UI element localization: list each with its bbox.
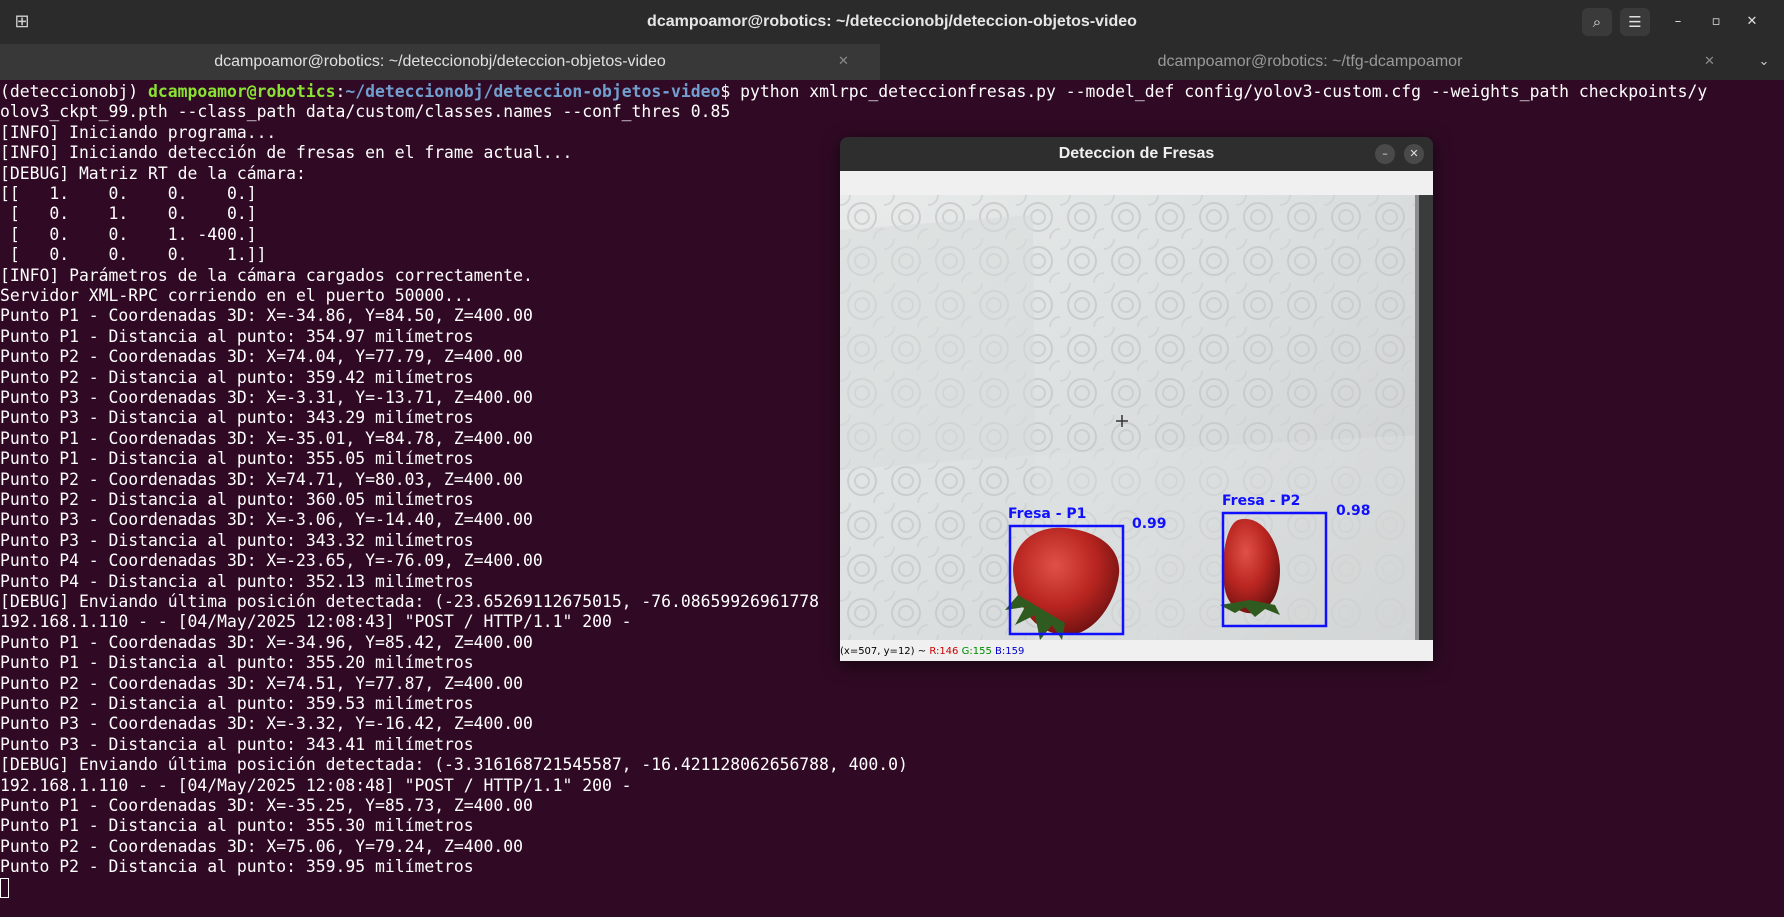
- terminal-line: [DEBUG] Enviando última posición detecta…: [0, 755, 908, 775]
- terminal-line: [INFO] Iniciando detección de fresas en …: [0, 143, 573, 163]
- tab-tfg-dcampoamor[interactable]: dcampoamor@robotics: ~/tfg-dcampoamor ✕: [880, 44, 1740, 80]
- chevron-down-icon[interactable]: ⌄: [1744, 44, 1784, 80]
- terminal-line: Punto P2 - Coordenadas 3D: X=74.04, Y=77…: [0, 347, 524, 367]
- prompt-path: ~/deteccionobj/deteccion-objetos-video: [345, 82, 721, 101]
- menu-icon[interactable]: ☰: [1620, 8, 1650, 36]
- terminal-line: Punto P1 - Coordenadas 3D: X=-34.86, Y=8…: [0, 306, 533, 326]
- popup-title: Deteccion de Fresas: [1058, 145, 1215, 162]
- pixel-g-value: G:155: [961, 646, 992, 657]
- terminal-line: 192.168.1.110 - - [04/May/2025 12:08:48]…: [0, 775, 632, 795]
- terminal-cursor: [0, 877, 9, 898]
- tab-label: dcampoamor@robotics: ~/deteccionobj/dete…: [214, 53, 666, 70]
- terminal-line: Punto P1 - Distancia al punto: 355.05 mi…: [0, 449, 474, 469]
- terminal-line: Punto P2 - Distancia al punto: 360.05 mi…: [0, 490, 474, 509]
- popup-close-button[interactable]: ✕: [1404, 144, 1424, 164]
- camera-image: [840, 195, 1433, 640]
- terminal-line: Punto P3 - Coordenadas 3D: X=-3.31, Y=-1…: [0, 388, 533, 407]
- pixel-coords: (x=507, y=12) ~: [840, 646, 930, 657]
- popup-minimize-button[interactable]: –: [1375, 144, 1395, 164]
- detection-score-p1: 0.99: [1132, 516, 1167, 532]
- prompt-command: python xmlrpc_deteccionfresas.py --model…: [740, 82, 1708, 101]
- terminal-line: Punto P1 - Distancia al punto: 354.97 mi…: [0, 326, 474, 346]
- pixel-r-value: R:146: [929, 646, 959, 657]
- terminal-line: [ 0. 0. 1. -400.]: [0, 224, 257, 244]
- terminal-line: Servidor XML-RPC corriendo en el puerto …: [0, 286, 474, 305]
- terminal-line: Punto P1 - Coordenadas 3D: X=-35.25, Y=8…: [0, 796, 533, 815]
- tab-close-icon[interactable]: ✕: [838, 44, 849, 80]
- prompt-user: dcampoamor@robotics: [148, 82, 336, 101]
- terminal-line: Punto P2 - Distancia al punto: 359.53 mi…: [0, 694, 474, 713]
- terminal-line: Punto P2 - Distancia al punto: 359.95 mi…: [0, 857, 474, 877]
- terminal-line: Punto P1 - Coordenadas 3D: X=-34.96, Y=8…: [0, 632, 533, 652]
- terminal-line: [[ 1. 0. 0. 0.]: [0, 184, 257, 203]
- prompt-dollar: $: [720, 82, 741, 101]
- terminal-line: 192.168.1.110 - - [04/May/2025 12:08:43]…: [0, 612, 632, 632]
- terminal-line: Punto P2 - Distancia al punto: 359.42 mi…: [0, 367, 474, 387]
- camera-frame[interactable]: Fresa - P1 0.99 Fresa - P2 0.98: [840, 195, 1433, 640]
- title-bar: ⊞ dcampoamor@robotics: ~/deteccionobj/de…: [0, 0, 1784, 44]
- terminal-line: Punto P3 - Coordenadas 3D: X=-3.06, Y=-1…: [0, 510, 533, 530]
- terminal-line: [DEBUG] Enviando última posición detecta…: [0, 592, 820, 611]
- detection-label-p1: Fresa - P1: [1008, 506, 1087, 522]
- tab-label: dcampoamor@robotics: ~/tfg-dcampoamor: [1157, 53, 1463, 70]
- terminal-line: Punto P1 - Coordenadas 3D: X=-35.01, Y=8…: [0, 428, 533, 448]
- terminal-line: Punto P4 - Coordenadas 3D: X=-23.65, Y=-…: [0, 551, 543, 571]
- minimize-button[interactable]: –: [1666, 10, 1690, 34]
- window-title: dcampoamor@robotics: ~/deteccionobj/dete…: [647, 13, 1137, 30]
- terminal-line: Punto P3 - Distancia al punto: 343.32 mi…: [0, 530, 474, 550]
- pixel-b-value: B:159: [995, 646, 1025, 657]
- terminal-line: Punto P4 - Distancia al punto: 352.13 mi…: [0, 571, 474, 591]
- terminal-line: [INFO] Parámetros de la cámara cargados …: [0, 265, 533, 285]
- tab-bar: dcampoamor@robotics: ~/deteccionobj/dete…: [0, 44, 1784, 80]
- terminal-line: [DEBUG] Matriz RT de la cámara:: [0, 163, 306, 183]
- terminal-line: Punto P1 - Distancia al punto: 355.20 mi…: [0, 653, 474, 673]
- terminal-line: Punto P2 - Coordenadas 3D: X=75.06, Y=79…: [0, 836, 524, 856]
- prompt-line: (deteccionobj) dcampoamor@robotics:~/det…: [0, 82, 1707, 102]
- detection-label-p2: Fresa - P2: [1222, 493, 1301, 509]
- pixel-status-bar: (x=507, y=12) ~ R:146 G:155 B:159: [840, 640, 1433, 661]
- tab-deteccion-objetos-video[interactable]: dcampoamor@robotics: ~/deteccionobj/dete…: [0, 44, 880, 80]
- tab-close-icon[interactable]: ✕: [1704, 44, 1715, 80]
- detection-window[interactable]: Deteccion de Fresas – ✕ Fresa - P1 0.99 …: [840, 137, 1433, 661]
- popup-toolbar: [840, 171, 1433, 195]
- prompt-separator: :: [335, 82, 346, 101]
- terminal-line: Punto P3 - Distancia al punto: 343.29 mi…: [0, 408, 474, 428]
- search-icon[interactable]: ⌕: [1582, 8, 1612, 36]
- close-button[interactable]: ✕: [1740, 10, 1764, 34]
- venv-label: (deteccionobj): [0, 82, 149, 101]
- terminal-line: [ 0. 0. 0. 1.]]: [0, 245, 267, 265]
- terminal-line: Punto P3 - Distancia al punto: 343.41 mi…: [0, 734, 474, 754]
- terminal-line: Punto P1 - Distancia al punto: 355.30 mi…: [0, 816, 474, 836]
- maximize-button[interactable]: ▫: [1704, 10, 1728, 34]
- terminal-line: Punto P3 - Coordenadas 3D: X=-3.32, Y=-1…: [0, 714, 533, 734]
- terminal-line: Punto P2 - Coordenadas 3D: X=74.51, Y=77…: [0, 673, 524, 693]
- terminal-line: [ 0. 1. 0. 0.]: [0, 204, 257, 224]
- terminal-line: Punto P2 - Coordenadas 3D: X=74.71, Y=80…: [0, 469, 524, 489]
- detection-score-p2: 0.98: [1336, 503, 1371, 519]
- terminal-line: olov3_ckpt_99.pth --class_path data/cust…: [0, 102, 731, 122]
- terminal-line: [INFO] Iniciando programa...: [0, 122, 277, 142]
